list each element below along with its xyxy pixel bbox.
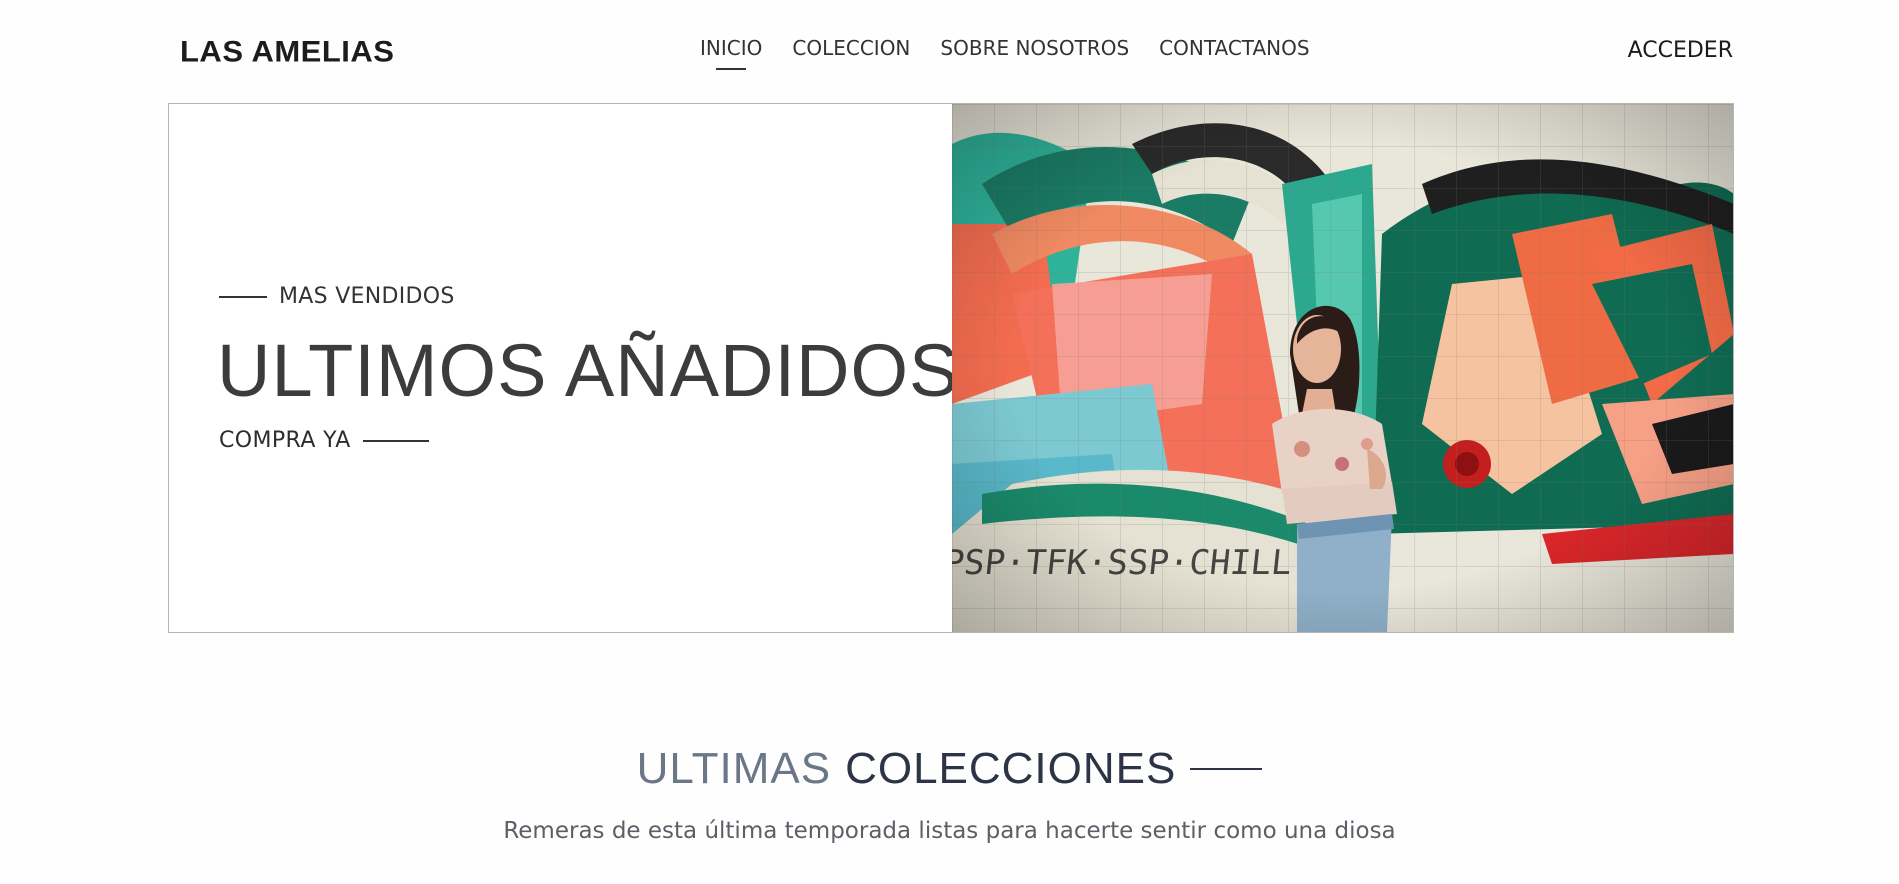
- shop-now-link[interactable]: COMPRA YA: [219, 428, 429, 453]
- site-logo[interactable]: LAS AMELIAS: [180, 35, 394, 69]
- hero-text-panel: MAS VENDIDOS ULTIMOS AÑADIDOS COMPRA YA: [169, 104, 958, 632]
- nav-item-inicio[interactable]: INICIO: [700, 36, 762, 60]
- section-title-light: ULTIMAS: [636, 744, 832, 793]
- eyebrow-label: MAS VENDIDOS: [279, 284, 455, 309]
- hero-image: PSP·TFK·SSP·CHILL: [952, 104, 1733, 632]
- section-title-bold: COLECCIONES: [845, 744, 1177, 793]
- cta-divider: [362, 439, 429, 442]
- nav-item-sobre-nosotros[interactable]: SOBRE NOSOTROS: [940, 36, 1129, 60]
- section-title: ULTIMAS COLECCIONES: [0, 744, 1899, 794]
- login-link[interactable]: ACCEDER: [1628, 38, 1733, 63]
- section-subtitle: Remeras de esta última temporada listas …: [503, 818, 1396, 844]
- hero-banner: MAS VENDIDOS ULTIMOS AÑADIDOS COMPRA YA: [168, 103, 1734, 633]
- nav-item-contactanos[interactable]: CONTACTANOS: [1159, 36, 1309, 60]
- page: LAS AMELIAS INICIO COLECCION SOBRE NOSOT…: [0, 0, 1899, 884]
- hero-title: ULTIMOS AÑADIDOS: [217, 329, 960, 412]
- section-title-divider: [1190, 768, 1263, 770]
- nav-item-coleccion[interactable]: COLECCION: [792, 36, 910, 60]
- shop-now-label[interactable]: COMPRA YA: [219, 428, 351, 453]
- graffiti-model-photo: PSP·TFK·SSP·CHILL: [952, 104, 1733, 632]
- hero-eyebrow: MAS VENDIDOS: [219, 284, 455, 309]
- eyebrow-divider: [219, 295, 267, 298]
- main-nav: INICIO COLECCION SOBRE NOSOTROS CONTACTA…: [700, 36, 1340, 60]
